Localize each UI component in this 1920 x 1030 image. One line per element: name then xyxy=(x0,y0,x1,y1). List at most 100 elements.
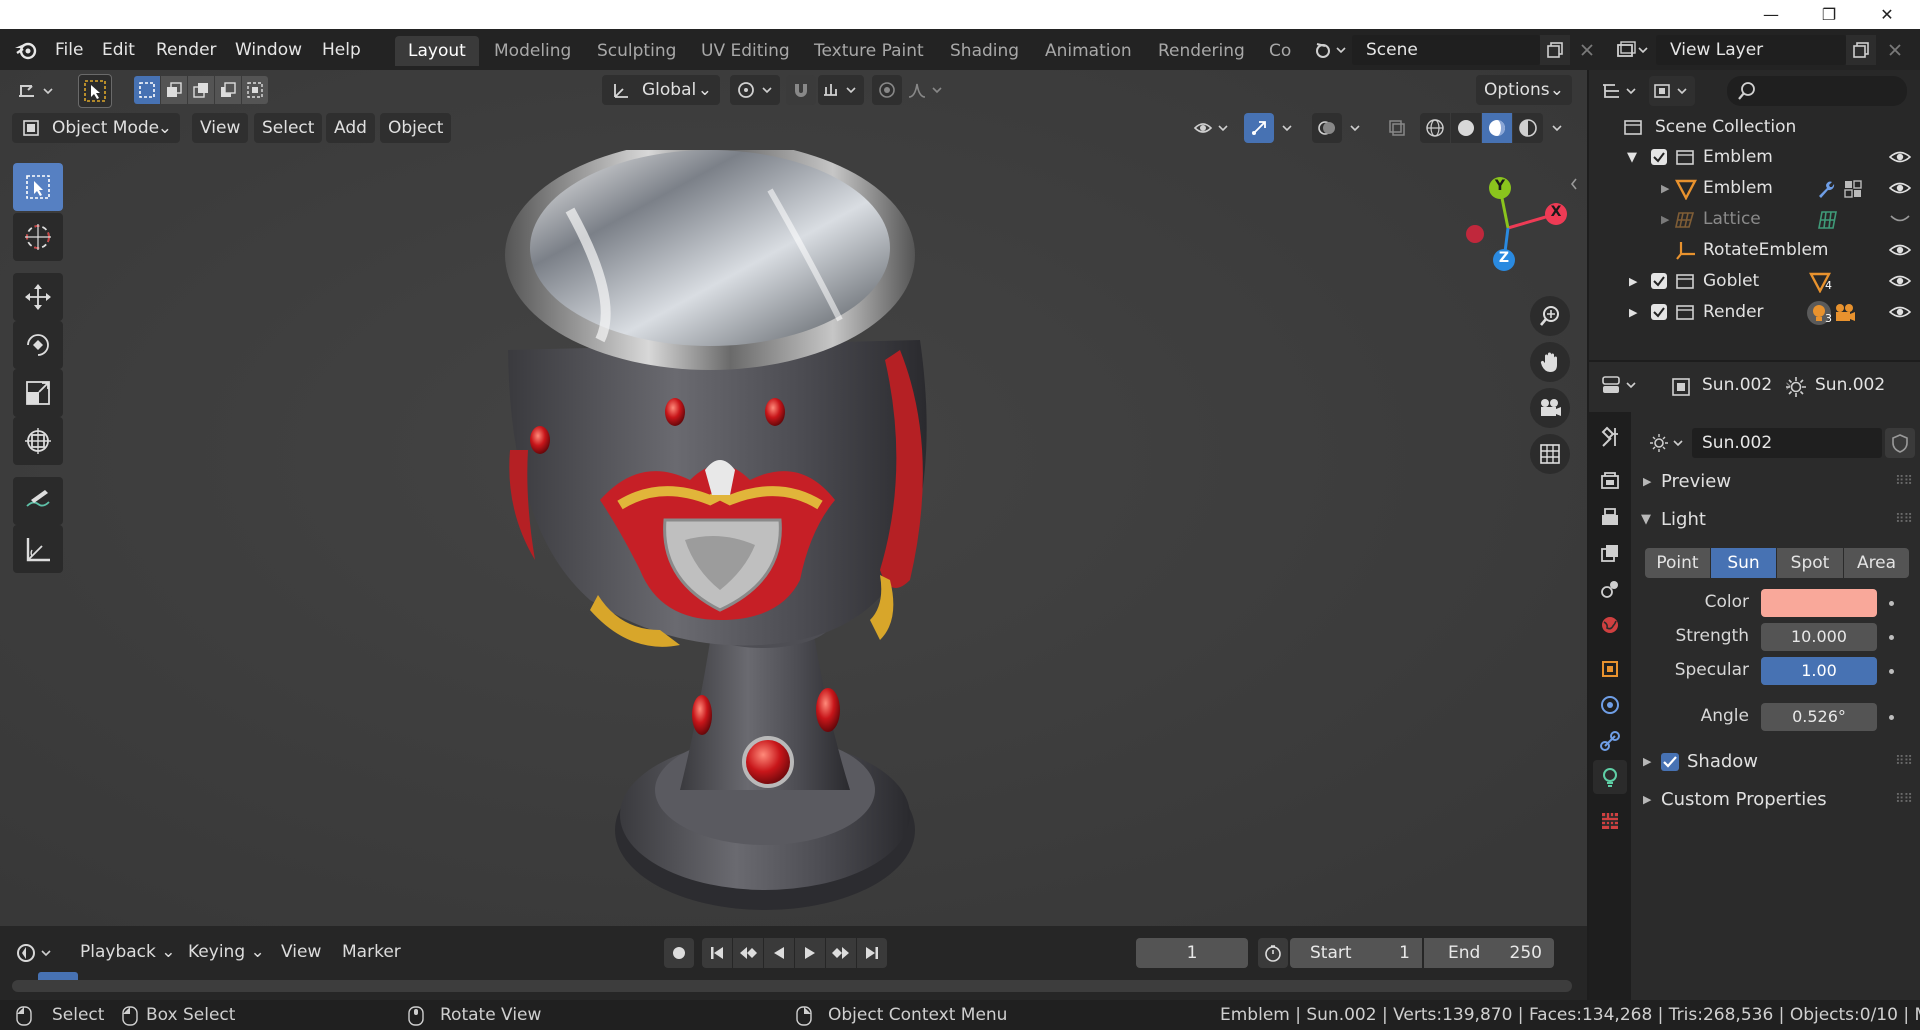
shading-dropdown-icon[interactable] xyxy=(1546,113,1568,143)
menu-edit[interactable]: Edit xyxy=(102,37,135,63)
expand-arrow-icon[interactable]: ▶ xyxy=(1629,297,1637,328)
angle-field[interactable]: 0.526° xyxy=(1761,703,1877,731)
timeline-menu-view[interactable]: View xyxy=(281,942,321,962)
animate-property-dot[interactable] xyxy=(1889,635,1894,640)
outliner-row-emblem-mesh[interactable]: ▶ Emblem xyxy=(1589,173,1920,204)
menu-window[interactable]: Window xyxy=(235,37,302,63)
tab-light-data[interactable] xyxy=(1593,760,1627,794)
tab-output[interactable] xyxy=(1593,500,1627,534)
light-color-swatch[interactable] xyxy=(1761,589,1877,617)
scene-name-field[interactable]: Scene xyxy=(1352,35,1540,65)
animate-property-dot[interactable] xyxy=(1889,715,1894,720)
light-type-point[interactable]: Point xyxy=(1645,548,1710,578)
outliner-row-goblet[interactable]: ▶ Goblet 4 xyxy=(1589,266,1920,297)
preview-range-icon[interactable] xyxy=(1258,938,1288,968)
new-scene-icon[interactable] xyxy=(1540,35,1570,65)
selection-mode-new-icon[interactable] xyxy=(134,76,160,104)
tab-compositing[interactable]: Co xyxy=(1256,36,1296,66)
gizmo-neg-x[interactable] xyxy=(1466,225,1484,243)
outliner-search-input[interactable] xyxy=(1727,76,1907,106)
display-mode-icon[interactable] xyxy=(1649,76,1695,106)
selection-mode-extend-icon[interactable] xyxy=(161,76,187,104)
tab-uv-editing[interactable]: UV Editing xyxy=(688,36,803,66)
menu-render[interactable]: Render xyxy=(156,37,217,63)
exclude-checkbox[interactable] xyxy=(1651,273,1667,289)
panel-shadow-header[interactable]: ▶ Shadow ⠿⠿ xyxy=(1631,744,1920,780)
scene-collection-row[interactable]: Scene Collection xyxy=(1589,112,1920,143)
specular-slider[interactable]: 1.00 xyxy=(1761,657,1877,685)
selection-mode-invert-icon[interactable] xyxy=(215,76,241,104)
play-icon[interactable] xyxy=(795,938,825,968)
timeline-editor-type-icon[interactable] xyxy=(12,938,60,968)
next-keyframe-icon[interactable] xyxy=(826,938,856,968)
animate-property-dot[interactable] xyxy=(1889,669,1894,674)
gizmo-dropdown-icon[interactable] xyxy=(1276,113,1298,143)
scene-browse-icon[interactable] xyxy=(1310,35,1350,65)
drag-handle-icon[interactable]: ⠿⠿ xyxy=(1895,744,1913,780)
shadow-checkbox[interactable] xyxy=(1661,753,1679,771)
prev-keyframe-icon[interactable] xyxy=(733,938,763,968)
viewport-menu-select[interactable]: Select xyxy=(254,113,323,143)
zoom-icon[interactable] xyxy=(1530,296,1570,336)
overlays-toggle-icon[interactable] xyxy=(1312,113,1342,143)
properties-editor-type-icon[interactable] xyxy=(1599,370,1643,400)
viewport-menu-object[interactable]: Object xyxy=(380,113,452,143)
drag-handle-icon[interactable]: ⠿⠿ xyxy=(1895,782,1913,818)
tab-sculpting[interactable]: Sculpting xyxy=(584,36,689,66)
tab-constraints[interactable] xyxy=(1593,724,1627,758)
close-window-button[interactable]: ✕ xyxy=(1858,0,1916,29)
playhead-marker[interactable] xyxy=(38,972,78,980)
strength-field[interactable]: 10.000 xyxy=(1761,623,1877,651)
measure-tool[interactable] xyxy=(13,525,63,573)
snap-toggle-icon[interactable] xyxy=(786,75,816,105)
jump-to-end-icon[interactable] xyxy=(857,938,887,968)
editor-type-icon[interactable] xyxy=(12,76,60,106)
light-type-sun[interactable]: Sun xyxy=(1711,548,1776,578)
expand-arrow-icon[interactable]: ▶ xyxy=(1629,266,1637,297)
tab-object[interactable] xyxy=(1593,652,1627,686)
outliner-row-render[interactable]: ▶ Render 3 xyxy=(1589,297,1920,328)
rotate-tool[interactable] xyxy=(13,321,63,369)
falloff-icon[interactable] xyxy=(904,75,950,105)
pan-hand-icon[interactable] xyxy=(1530,342,1570,382)
restore-button[interactable]: ❐ xyxy=(1800,0,1858,29)
eye-closed-icon[interactable] xyxy=(1889,212,1911,226)
tab-texture-paint[interactable]: Texture Paint xyxy=(801,36,937,66)
panel-custom-properties-header[interactable]: ▶ Custom Properties ⠿⠿ xyxy=(1631,782,1920,818)
eye-icon[interactable] xyxy=(1889,179,1911,197)
selection-mode-intersect-icon[interactable] xyxy=(242,76,268,104)
sidebar-toggle-icon[interactable] xyxy=(1566,174,1582,194)
view-layer-browse-icon[interactable] xyxy=(1612,35,1652,65)
current-frame-field[interactable]: 1 xyxy=(1136,938,1248,968)
light-type-area[interactable]: Area xyxy=(1844,548,1909,578)
new-view-layer-icon[interactable] xyxy=(1846,35,1876,65)
tab-modeling[interactable]: Modeling xyxy=(481,36,584,66)
eye-icon[interactable] xyxy=(1889,272,1911,290)
shading-wireframe-icon[interactable] xyxy=(1420,113,1450,143)
outliner-row-lattice[interactable]: ▶ Lattice xyxy=(1589,204,1920,235)
ortho-grid-icon[interactable] xyxy=(1530,434,1570,474)
light-type-spot[interactable]: Spot xyxy=(1777,548,1843,578)
outliner-editor-type-icon[interactable] xyxy=(1599,76,1643,106)
drag-handle-icon[interactable]: ⠿⠿ xyxy=(1895,464,1913,500)
view-layer-name-field[interactable]: View Layer xyxy=(1656,35,1846,65)
outliner-row-emblem-collection[interactable]: ▼ Emblem xyxy=(1589,142,1920,173)
expand-arrow-icon[interactable]: ▶ xyxy=(1661,173,1669,204)
expand-arrow-icon[interactable]: ▶ xyxy=(1661,204,1669,235)
overlays-dropdown-icon[interactable] xyxy=(1344,113,1366,143)
viewport-menu-add[interactable]: Add xyxy=(326,113,375,143)
tab-physics[interactable] xyxy=(1593,688,1627,722)
exclude-checkbox[interactable] xyxy=(1651,149,1667,165)
tab-rendering[interactable]: Rendering xyxy=(1145,36,1258,66)
timeline-editor[interactable]: Playback ⌄ Keying ⌄ View Marker 1 Start … xyxy=(0,926,1587,1000)
menu-file[interactable]: File xyxy=(55,37,83,63)
select-tool-icon[interactable] xyxy=(78,74,112,108)
tab-texture[interactable] xyxy=(1593,804,1627,838)
visibility-selectability-icon[interactable] xyxy=(1190,113,1236,143)
tab-animation[interactable]: Animation xyxy=(1032,36,1145,66)
minimize-button[interactable]: — xyxy=(1742,0,1800,29)
timeline-menu-keying[interactable]: Keying ⌄ xyxy=(188,942,265,962)
eye-icon[interactable] xyxy=(1889,303,1911,321)
play-reverse-icon[interactable] xyxy=(764,938,794,968)
cursor-tool[interactable] xyxy=(13,213,63,261)
